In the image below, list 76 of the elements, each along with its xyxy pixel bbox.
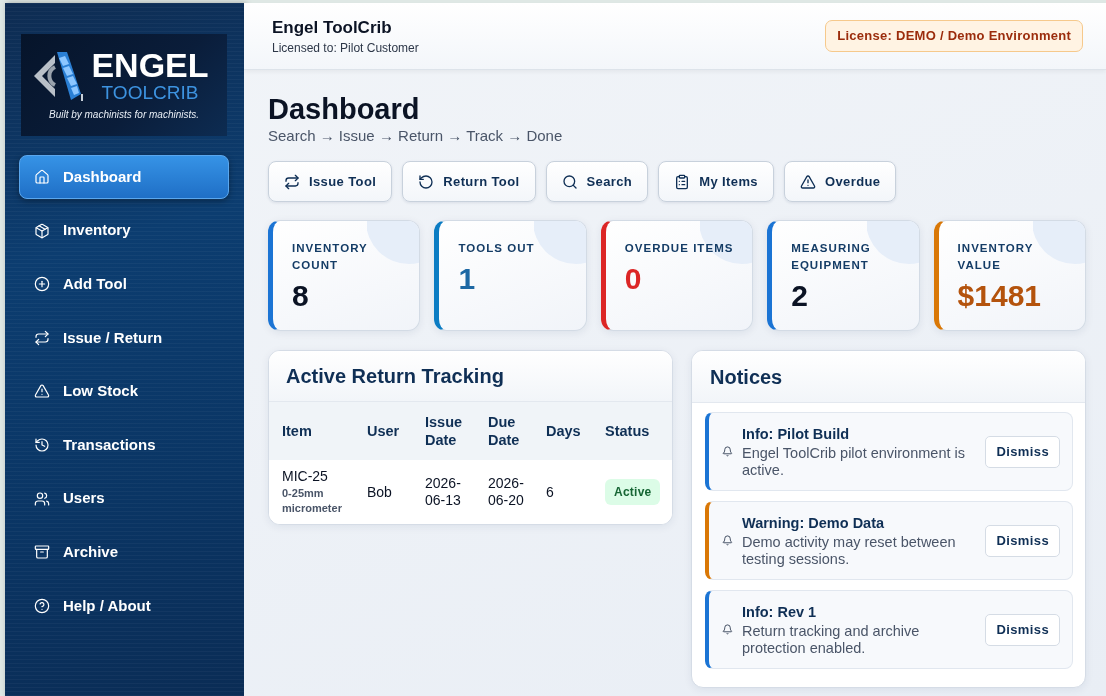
swap-arrows-icon [34, 329, 50, 346]
table-cell: 2026-06-13 [412, 460, 475, 524]
history-icon [34, 436, 50, 453]
nav-item[interactable]: Help / About [19, 583, 229, 628]
action-button[interactable]: Overdue [783, 161, 897, 202]
nav-item[interactable]: Add Tool [19, 262, 229, 307]
nav-item[interactable]: Inventory [19, 208, 229, 253]
stat-label: OVERDUE ITEMS [624, 241, 735, 256]
column-header: Issue Date [412, 402, 475, 460]
table-cell: 6 [533, 460, 592, 524]
stat-label: TOOLS OUT [458, 241, 536, 256]
nav-item[interactable]: Low Stock [19, 369, 229, 414]
notice-title: Warning: Demo Data [742, 513, 886, 532]
warning-icon [799, 173, 816, 190]
users-icon [34, 490, 50, 507]
swap-arrows-icon [284, 173, 300, 190]
nav-item[interactable]: Archive [19, 530, 229, 575]
page-title: Dashboard [268, 92, 421, 126]
undo-arrow-icon [418, 173, 435, 190]
stat-value: 8 [292, 278, 310, 314]
table-cell: Bob [354, 460, 412, 524]
logo-wordmark: ENGEL [91, 48, 209, 82]
corner-decoration [1033, 221, 1085, 265]
logo-tagline: Built by machinists for machinists. [48, 109, 200, 121]
warning-icon [34, 383, 50, 400]
bell-icon [722, 535, 733, 546]
plus-circle-icon [34, 276, 50, 293]
license-badge: License: DEMO / Demo Environment [825, 20, 1083, 52]
stat-value: 0 [624, 261, 643, 297]
column-header: User [354, 402, 412, 460]
column-header: Item [269, 402, 354, 460]
dismiss-button[interactable]: Dismiss [985, 613, 1060, 646]
archive-icon [34, 544, 50, 561]
nav-item[interactable]: Dashboard [19, 155, 229, 199]
box-icon [34, 222, 50, 239]
item-description: 0-25mm micrometer [282, 486, 343, 516]
workflow-text: Search → Issue → Return → Track → Done [268, 126, 564, 146]
clipboard-icon [674, 173, 691, 190]
corner-decoration [533, 221, 586, 265]
action-button[interactable]: Issue Tool [268, 161, 393, 202]
panel-title: Notices [710, 364, 783, 390]
stat-label: INVENTORY COUNT [292, 241, 369, 273]
bell-icon [722, 624, 733, 635]
help-icon [34, 597, 50, 614]
action-button[interactable]: Search [545, 161, 649, 202]
notice-message: Return tracking and archive protection enabled. [742, 622, 921, 657]
notice-title: Info: Rev 1 [742, 602, 818, 621]
panel-title: Active Return Tracking [286, 364, 504, 389]
app-title: Engel ToolCrib [272, 16, 393, 39]
stat-label: MEASURING EQUIPMENT [791, 241, 872, 273]
stat-value: 2 [791, 278, 809, 314]
nav-item[interactable]: Transactions [19, 422, 229, 467]
bell-icon [722, 446, 733, 457]
action-button[interactable]: Return Tool [402, 161, 536, 202]
corner-decoration [367, 221, 420, 265]
stat-label: INVENTORY VALUE [957, 241, 1035, 273]
table-cell: 2026-06-20 [475, 460, 533, 524]
dismiss-button[interactable]: Dismiss [985, 524, 1060, 557]
licensee-text: Licensed to: Pilot Customer [272, 39, 419, 56]
column-header: Days [533, 402, 592, 460]
notice-title: Info: Pilot Build [742, 424, 851, 443]
item-code: MIC-25 [282, 468, 329, 485]
home-icon [34, 169, 50, 185]
logo-subtitle: TOOLCRIB [101, 82, 199, 104]
stat-value: 1 [458, 261, 477, 297]
notice-message: Demo activity may reset between testing sessions. [742, 533, 957, 568]
stat-value: $1481 [957, 278, 1043, 314]
status-badge: Active [605, 479, 661, 505]
action-button[interactable]: My Items [658, 161, 774, 202]
search-icon [561, 173, 578, 190]
notice-message: Engel ToolCrib pilot environment is active. [742, 444, 966, 479]
nav-item[interactable]: Users [19, 476, 229, 521]
nav-item[interactable]: Issue / Return [19, 315, 229, 360]
column-header: Status [592, 402, 672, 460]
column-header: Due Date [475, 402, 533, 460]
dismiss-button[interactable]: Dismiss [985, 435, 1060, 468]
